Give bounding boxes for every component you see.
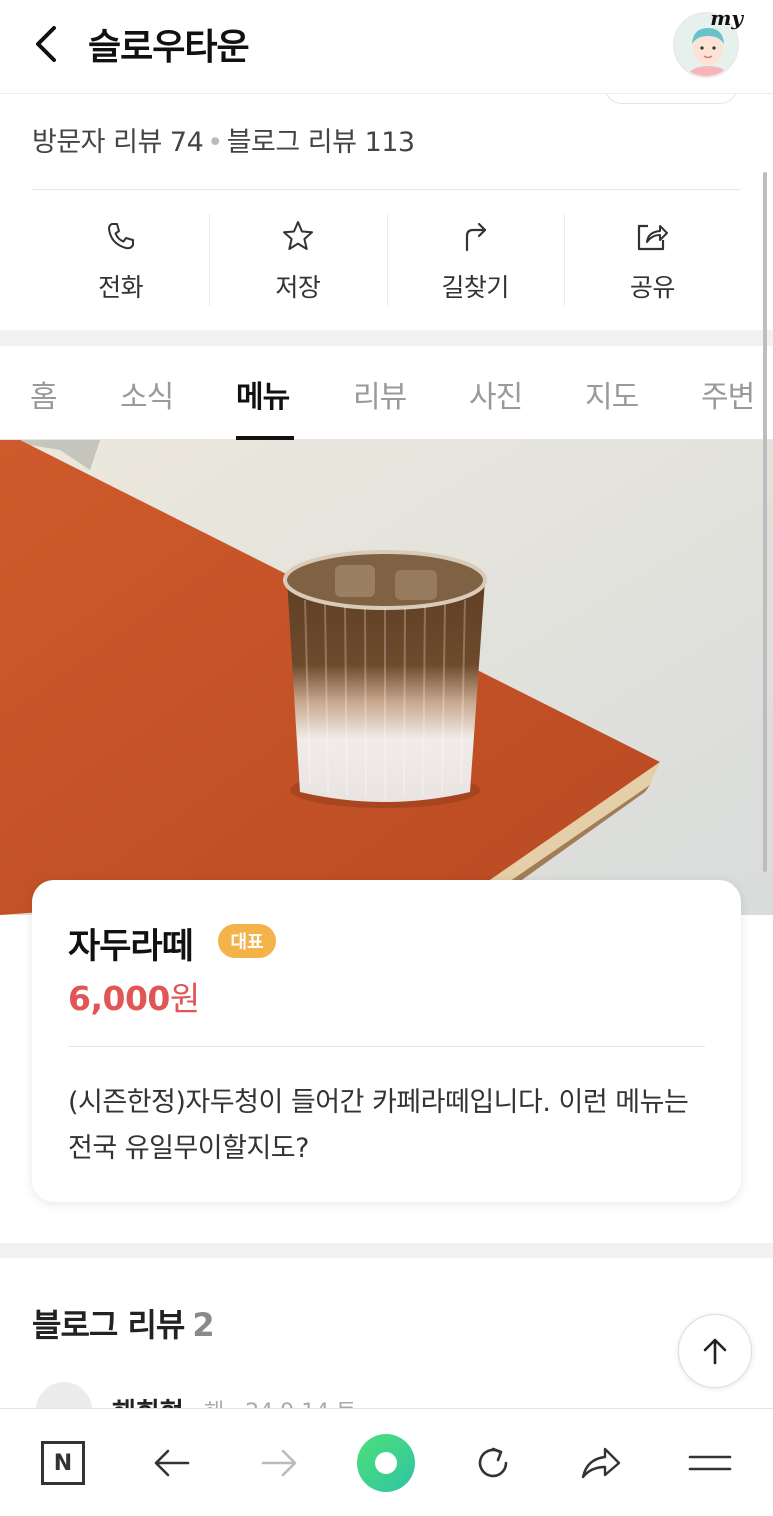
- phone-icon: [107, 223, 134, 250]
- call-label: 전화: [98, 273, 144, 302]
- scrollbar[interactable]: [763, 172, 767, 872]
- naver-home-icon: N: [41, 1441, 85, 1485]
- browser-forward-button[interactable]: [249, 1433, 309, 1493]
- back-arrow-icon: [154, 1449, 190, 1477]
- tab-news[interactable]: 소식: [120, 372, 174, 416]
- save-label: 저장: [275, 273, 321, 302]
- forward-arrow-icon: [261, 1449, 297, 1477]
- green-dot-button[interactable]: [356, 1433, 416, 1493]
- tab-nearby[interactable]: 주변: [701, 372, 755, 416]
- latte-photo-illustration: [0, 440, 773, 915]
- menu-item-name: 자두라떼: [68, 927, 194, 967]
- refresh-button[interactable]: [463, 1433, 523, 1493]
- blog-review-link[interactable]: 블로그 리뷰 113: [227, 127, 415, 158]
- scroll-to-top-button[interactable]: [678, 1314, 752, 1388]
- review-summary: 방문자 리뷰 74 • 블로그 리뷰 113: [32, 127, 415, 158]
- reviewer-avatar: [36, 1382, 92, 1410]
- menu-item-card[interactable]: 자두라떼 대표 6,000원 (시즌한정)자두청이 들어간 카페라떼입니다. 이…: [32, 880, 741, 1202]
- tab-map[interactable]: 지도: [585, 372, 639, 416]
- visitor-review-link[interactable]: 방문자 리뷰 74: [32, 127, 204, 158]
- browser-back-button[interactable]: [142, 1433, 202, 1493]
- directions-button[interactable]: 길찾기: [386, 214, 564, 306]
- refresh-icon: [478, 1447, 508, 1478]
- save-button[interactable]: 저장: [209, 214, 386, 306]
- blog-review-item[interactable]: 해희현 해 · 24.9.14.토: [32, 1380, 432, 1410]
- share-label: 공유: [629, 273, 676, 302]
- arrow-up-icon: [703, 1338, 727, 1365]
- browser-bottom-bar: N: [0, 1408, 773, 1516]
- tab-reviews[interactable]: 리뷰: [353, 372, 407, 416]
- card-divider: [68, 1046, 705, 1047]
- section-separator: [0, 330, 773, 346]
- green-dot-icon: [357, 1434, 415, 1492]
- menu-button[interactable]: [680, 1433, 740, 1493]
- tab-home[interactable]: 홈: [30, 372, 58, 416]
- share-arrow-icon: [581, 1447, 621, 1479]
- my-label: my: [710, 6, 743, 30]
- blog-review-heading: 블로그 리뷰 2: [32, 1306, 215, 1344]
- tab-menu[interactable]: 메뉴: [236, 372, 290, 416]
- share-icon: [638, 224, 669, 251]
- star-icon: [282, 221, 313, 250]
- tab-photos[interactable]: 사진: [469, 372, 523, 416]
- top-header: 슬로우타운 my: [0, 0, 773, 94]
- share-page-button[interactable]: [571, 1433, 631, 1493]
- call-button[interactable]: 전화: [32, 214, 209, 306]
- menu-item-price: 6,000원: [68, 979, 200, 1018]
- menu-item-description: (시즌한정)자두청이 들어간 카페라떼입니다. 이런 메뉴는 전국 유일무이할지…: [68, 1087, 689, 1164]
- directions-label: 길찾기: [441, 273, 509, 302]
- page-title: 슬로우타운: [88, 27, 250, 68]
- back-button[interactable]: [24, 22, 68, 66]
- share-button[interactable]: 공유: [563, 214, 741, 306]
- menu-icon: [688, 1455, 732, 1471]
- naver-home-button[interactable]: N: [33, 1433, 93, 1493]
- section-separator-2: [0, 1243, 773, 1258]
- directions-icon: [466, 222, 487, 252]
- chevron-left-icon: [36, 26, 56, 62]
- action-row: 전화 저장 길찾기 공유: [32, 214, 741, 306]
- tab-bar: 홈 소식 메뉴 리뷰 사진 지도 주변: [0, 346, 773, 440]
- menu-photo[interactable]: [0, 440, 773, 915]
- signature-badge: 대표: [218, 924, 276, 958]
- divider: [32, 189, 741, 190]
